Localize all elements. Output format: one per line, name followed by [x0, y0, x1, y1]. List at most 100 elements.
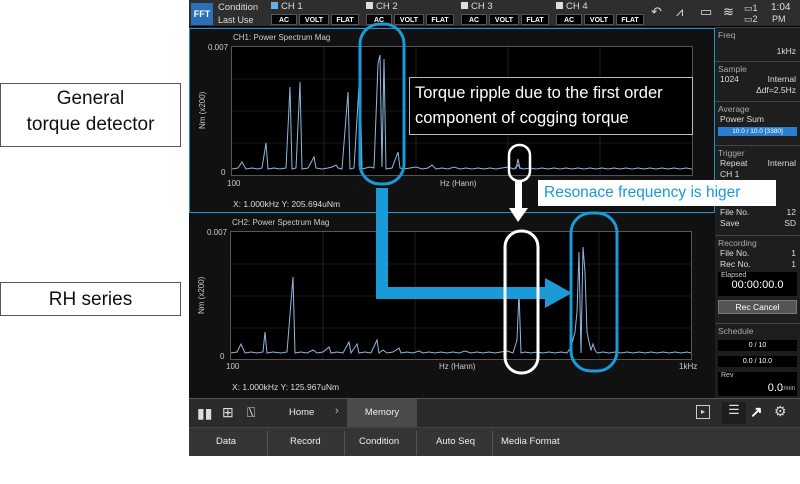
clock-ampm: PM: [772, 14, 786, 24]
trigger-header: Trigger: [718, 148, 745, 158]
channel-2[interactable]: CH 2 AC VOLT FLAT: [366, 1, 456, 27]
ch1-tag-ac: AC: [271, 14, 297, 25]
channel-4[interactable]: CH 4 AC VOLT FLAT: [556, 1, 646, 27]
last-use-label: Last Use: [218, 15, 254, 25]
condition-label: Condition: [218, 2, 259, 13]
chevron-right-icon: ›: [335, 405, 339, 417]
channel-3[interactable]: CH 3 AC VOLT FLAT: [461, 1, 551, 27]
file-no-row: File No. 12: [715, 207, 800, 218]
graph1-ymax: 0.007: [208, 43, 229, 52]
list-icon[interactable]: ☰: [722, 402, 746, 424]
trigger-section[interactable]: Trigger Repeat Internal CH 1: [715, 145, 800, 183]
menu-data[interactable]: Data: [216, 436, 236, 447]
battery-2-num: 2: [752, 14, 758, 24]
graph2-xmin: 100: [226, 362, 240, 371]
home-breadcrumb[interactable]: Home: [289, 407, 314, 418]
graph2-svg: [231, 232, 691, 359]
ch4-tag-volt: VOLT: [584, 14, 614, 25]
average-header: Average: [718, 104, 750, 114]
top-bar: FFT Condition Last Use CH 1 AC VOLT FLAT…: [189, 0, 800, 27]
divider: [267, 431, 268, 455]
rh-series-label: RH series: [0, 282, 181, 316]
rev-box: Rev 0.0 r/min: [718, 372, 797, 396]
battery-2-icon: ▭2: [744, 14, 758, 24]
ch1-tag-flat: FLAT: [331, 14, 359, 25]
waveform-icon[interactable]: ⍂: [247, 404, 255, 421]
ch4-tag-flat: FLAT: [616, 14, 644, 25]
schedule-time: 0.0 / 10.0: [718, 356, 797, 367]
rec-file-label: File No.: [720, 248, 750, 258]
graph1-ymin: 0: [221, 168, 226, 177]
freq-header: Freq: [718, 30, 736, 40]
freq-section[interactable]: Freq 1kHz: [715, 27, 800, 61]
channel-1[interactable]: CH 1 AC VOLT FLAT: [271, 1, 361, 27]
sample-df: Δdf=2.5Hz: [756, 85, 796, 95]
ch2-tag-ac: AC: [366, 14, 392, 25]
ch2-tag-flat: FLAT: [426, 14, 454, 25]
resonance-callout: Resonace frequency is higer: [538, 180, 776, 206]
trigger-row: Repeat Internal: [715, 158, 800, 169]
bar-chart-icon[interactable]: ▮▮: [197, 405, 212, 422]
freq-value: 1kHz: [776, 46, 796, 56]
ripple-peak-ch1: [515, 158, 521, 170]
menu-auto-seq[interactable]: Auto Seq: [436, 436, 475, 447]
menu-bar: Data Record Condition Auto Seq Media For…: [189, 427, 800, 456]
sample-row: 1024 Internal: [715, 74, 800, 85]
channel-4-name: CH 4: [556, 1, 588, 12]
menu-condition[interactable]: Condition: [359, 436, 399, 447]
channel-3-name: CH 3: [461, 1, 493, 12]
general-label-text: General torque detector: [26, 88, 155, 135]
chart-icon: ⩘: [676, 4, 684, 19]
rec-no-row: Rec No. 1: [715, 259, 800, 270]
graph2-ymin: 0: [220, 352, 225, 361]
sample-df-row: Δdf=2.5Hz: [715, 85, 800, 96]
battery-1-icon: ▭1: [744, 3, 758, 13]
schedule-count: 0 / 10: [718, 340, 797, 351]
average-progress-bar: 10.0 / 10.0 [3380]: [718, 127, 797, 136]
side-panel: Freq 1kHz Sample 1024 Internal Δdf=2.5Hz …: [715, 27, 800, 456]
sample-mode: Internal: [767, 74, 796, 84]
mode-badge[interactable]: FFT: [191, 3, 213, 25]
spectrum-trace-ch2: [231, 246, 691, 355]
trigger-ch: CH 1: [720, 169, 740, 179]
average-row: Power Sum: [715, 114, 800, 125]
graph2-plot-area[interactable]: [230, 231, 692, 360]
ch1-tag-volt: VOLT: [299, 14, 329, 25]
rec-file-value: 1: [791, 248, 796, 258]
settings-icon[interactable]: ⚙: [774, 403, 787, 420]
printer-icon: ▭: [700, 4, 713, 19]
channel-2-name: CH 2: [366, 1, 398, 12]
average-section[interactable]: Average Power Sum 10.0 / 10.0 [3380]: [715, 101, 800, 145]
schedule-header: Schedule: [718, 326, 754, 336]
rev-label: Rev: [721, 372, 734, 379]
graph-ch2[interactable]: CH2: Power Spectrum Mag 0.007 0 Nm (x200…: [189, 214, 715, 398]
rev-unit: r/min: [781, 386, 795, 392]
graph1-xlabel: Hz (Hann): [440, 179, 477, 188]
average-mode: Power Sum: [720, 114, 764, 124]
ch4-tag-ac: AC: [556, 14, 582, 25]
menu-record[interactable]: Record: [290, 436, 321, 447]
grid-icon[interactable]: ⊞: [222, 404, 234, 421]
undo-icon[interactable]: ↶: [651, 4, 662, 20]
save-value: SD: [784, 218, 796, 228]
elapsed-value: 00:00:00.0: [731, 279, 784, 291]
rec-file-row: File No. 1: [715, 248, 800, 259]
sample-section[interactable]: Sample 1024 Internal Δdf=2.5Hz: [715, 61, 800, 101]
rh-label-text: RH series: [48, 289, 133, 310]
graph1-ylabel: Nm (x200): [198, 91, 207, 129]
menu-media-format[interactable]: Media Format: [501, 436, 560, 447]
rec-cancel-button[interactable]: Rec Cancel: [718, 300, 797, 314]
rec-no-value: 1: [791, 259, 796, 269]
graph2-ylabel: Nm (x200): [197, 276, 206, 314]
expand-arrow-icon[interactable]: ↗: [750, 403, 763, 421]
graph2-xmax: 1kHz: [679, 362, 698, 371]
ch3-tag-ac: AC: [461, 14, 487, 25]
ch3-tag-volt: VOLT: [489, 14, 519, 25]
graph1-xmin: 100: [227, 179, 241, 188]
sample-header: Sample: [718, 64, 747, 74]
memory-breadcrumb[interactable]: Memory: [347, 399, 417, 427]
rec-no-label: Rec No.: [720, 259, 751, 269]
file-section[interactable]: File No. 12 Save SD: [715, 207, 800, 235]
play-icon[interactable]: ▸: [696, 405, 710, 419]
trigger-ch-row: CH 1: [715, 169, 800, 180]
